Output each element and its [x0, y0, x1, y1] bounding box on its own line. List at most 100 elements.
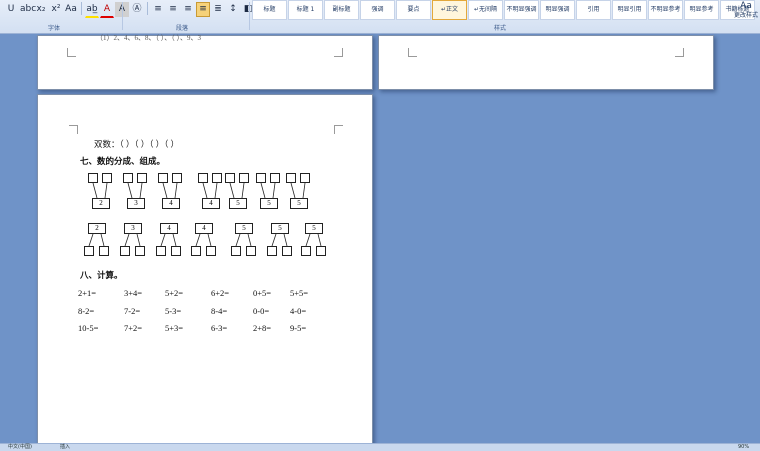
style-emphasis[interactable]: 强调 — [360, 0, 395, 20]
answer-box[interactable] — [282, 246, 292, 256]
answer-box[interactable] — [206, 246, 216, 256]
number-box: 5 — [290, 198, 308, 209]
connector-line — [317, 233, 322, 247]
subscript-button[interactable]: x₂ — [34, 2, 48, 17]
toolbar-separator — [147, 2, 148, 15]
answer-box[interactable] — [231, 246, 241, 256]
style-normal[interactable]: ↵正文 — [432, 0, 467, 20]
connector-line — [195, 233, 201, 247]
distributed-button[interactable]: ≣ — [211, 2, 225, 17]
answer-box[interactable] — [246, 246, 256, 256]
number-box: 4 — [195, 223, 213, 234]
number-box: 5 — [229, 198, 247, 209]
connector-line — [88, 233, 94, 247]
connector-line — [272, 182, 276, 199]
connector-line — [162, 182, 168, 199]
calc-problem: 7-2= — [124, 306, 141, 316]
answer-box[interactable] — [102, 173, 112, 183]
toolbar-separator — [81, 2, 82, 15]
align-right-button[interactable]: ≡ — [181, 2, 195, 17]
connector-line — [136, 233, 141, 247]
answer-box[interactable] — [156, 246, 166, 256]
answer-box[interactable] — [120, 246, 130, 256]
answer-box[interactable] — [123, 173, 133, 183]
number-box: 3 — [124, 223, 142, 234]
change-styles-icon: Aa — [740, 1, 752, 11]
style-intense-reference[interactable]: 明显参考 — [684, 0, 719, 20]
answer-box[interactable] — [88, 173, 98, 183]
style-subtle-reference[interactable]: 不明显参考 — [648, 0, 683, 20]
style-no-spacing[interactable]: ↵无间隔 — [468, 0, 503, 20]
answer-box[interactable] — [172, 173, 182, 183]
justify-button[interactable]: ≡ — [196, 2, 210, 17]
number-box: 5 — [271, 223, 289, 234]
calc-problem: 0+5= — [253, 288, 272, 298]
number-box: 4 — [162, 198, 180, 209]
answer-box[interactable] — [191, 246, 201, 256]
page-main: 双数：（ ）（ ）（ ）（ ） 七、数的分成、组成。 2344555 23445… — [37, 94, 373, 448]
style-intense-quote[interactable]: 明显引用 — [612, 0, 647, 20]
connector-line — [241, 182, 245, 199]
style-subtle-emphasis[interactable]: 不明显强调 — [504, 0, 539, 20]
connector-line — [260, 182, 266, 199]
connector-line — [235, 233, 241, 247]
answer-box[interactable] — [301, 246, 311, 256]
connector-line — [214, 182, 218, 199]
highlight-button[interactable]: ab̲ — [85, 2, 99, 18]
calc-problem: 2+8= — [253, 323, 272, 333]
calc-problem: 8-2= — [78, 306, 95, 316]
style-heading1[interactable]: 标题 1 — [288, 0, 323, 20]
connector-line — [202, 182, 208, 199]
change-styles-button[interactable]: Aa 更改样式 — [733, 2, 759, 30]
answer-box[interactable] — [84, 246, 94, 256]
connector-line — [271, 233, 277, 247]
answer-box[interactable] — [286, 173, 296, 183]
underline-button[interactable]: U — [4, 2, 18, 17]
answer-box[interactable] — [239, 173, 249, 183]
style-title[interactable]: 标题 — [252, 0, 287, 20]
answer-box[interactable] — [198, 173, 208, 183]
font-color-button[interactable]: A — [100, 2, 114, 18]
section-8-title: 八、计算。 — [80, 270, 123, 280]
answer-box[interactable] — [267, 246, 277, 256]
answer-box[interactable] — [137, 173, 147, 183]
calc-problem: 6-3= — [211, 323, 228, 333]
calc-problem: 4-0= — [290, 306, 307, 316]
answer-box[interactable] — [300, 173, 310, 183]
align-center-button[interactable]: ≡ — [166, 2, 180, 17]
paragraph-group-label: 段落 — [176, 25, 189, 32]
calc-problem: 9-5= — [290, 323, 307, 333]
answer-box[interactable] — [99, 246, 109, 256]
connector-line — [247, 233, 252, 247]
answer-box[interactable] — [212, 173, 222, 183]
group-separator — [249, 2, 250, 30]
connector-line — [172, 233, 177, 247]
calc-problem: 8-4= — [211, 306, 228, 316]
answer-box[interactable] — [158, 173, 168, 183]
calc-problem: 2+1= — [78, 288, 97, 298]
strikethrough-button[interactable]: abc — [19, 2, 36, 17]
line-spacing-button[interactable]: ↕ — [226, 2, 240, 17]
style-strong[interactable]: 要点 — [396, 0, 431, 20]
page-corner-mark — [67, 48, 76, 57]
answer-box[interactable] — [270, 173, 280, 183]
number-box: 2 — [88, 223, 106, 234]
answer-box[interactable] — [316, 246, 326, 256]
connector-line — [139, 182, 143, 199]
change-case-button[interactable]: Aa — [64, 2, 78, 17]
enclose-char-button[interactable]: Ⓐ — [130, 2, 144, 17]
answer-box[interactable] — [225, 173, 235, 183]
calc-problem: 5+2= — [165, 288, 184, 298]
calc-problem: 5+5= — [290, 288, 309, 298]
style-quote[interactable]: 引用 — [576, 0, 611, 20]
style-intense-emphasis[interactable]: 明显强调 — [540, 0, 575, 20]
align-left-button[interactable]: ≡ — [151, 2, 165, 17]
answer-box[interactable] — [135, 246, 145, 256]
answer-box[interactable] — [256, 173, 266, 183]
superscript-button[interactable]: x² — [49, 2, 63, 17]
number-box: 5 — [235, 223, 253, 234]
style-subtitle[interactable]: 副标题 — [324, 0, 359, 20]
calc-problem: 10-5= — [78, 323, 99, 333]
answer-box[interactable] — [171, 246, 181, 256]
calc-problem: 0-0= — [253, 306, 270, 316]
